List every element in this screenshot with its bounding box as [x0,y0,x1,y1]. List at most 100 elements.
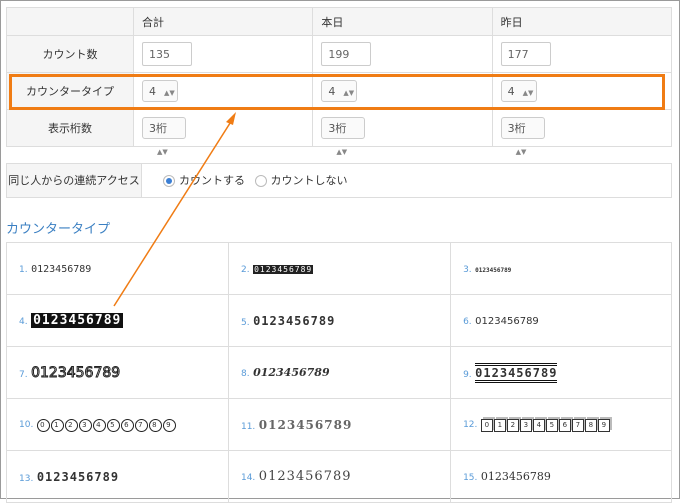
type-sample: 0123456789 [253,313,336,328]
counter-types-grid: 1. 0123456789 2. 0123456789 3. 012345678… [6,242,672,503]
digits-total-value: 3桁 [149,122,167,135]
count-radio-label: カウントする [179,174,245,187]
digit-cube: 4 [532,419,545,432]
digit-cube: 7 [571,419,584,432]
type-number: 11. [240,421,256,432]
type-cell-14: 14. 0123456789 [227,450,452,503]
column-header-today: 本日 [312,7,493,36]
type-sample: 0123456789 [480,470,551,483]
type-number: 7. [19,369,28,380]
types-row: 13. 0123456789 14. 0123456789 15. 012345… [6,450,672,503]
digit-circle: 2 [64,419,78,432]
no-count-radio-label: カウントしない [270,174,348,187]
type-cell-11: 11. 0123456789 [227,398,452,451]
type-sample: 0123456789 [258,469,352,484]
counter-types-title: カウンタータイプ [6,222,111,237]
count-today-input[interactable]: 199 [321,42,372,66]
type-sample: 0123456789 [36,469,120,484]
digit-cube: 2 [506,419,519,432]
count-yesterday-input[interactable]: 177 [500,42,551,66]
type-number: 1. [19,265,28,275]
repeat-access-options: カウントする カウントしない [163,164,354,197]
type-number: 15. [463,473,478,483]
counter-type-highlight-box [9,74,665,110]
repeat-access-label: 同じ人からの連続アクセス [7,164,142,197]
digit-circle: 9 [162,419,176,432]
digit-circle: 5 [106,419,120,432]
digits-today-value: 3桁 [328,122,347,135]
type-number: 2. [240,265,250,275]
type-cell-1: 1. 0123456789 [6,242,229,295]
digit-circle: 1 [50,419,64,432]
radio-unselected-icon[interactable] [254,175,267,187]
type-sample: 0123456789 [253,366,330,379]
digit-circle: 6 [120,419,134,432]
type-number: 4. [19,317,28,327]
digit-cube: 6 [558,419,571,432]
digits-yesterday-select[interactable]: 3桁 ▲▼ [500,117,545,156]
type-cell-13: 13. 0123456789 [6,450,229,503]
types-row: 10. 0123456789 11. 0123456789 12. 012345… [6,398,672,451]
digit-circle: 7 [134,419,148,432]
type-sample: 0123456789 [253,265,314,274]
select-arrows-icon: ▲▼ [336,148,348,156]
digit-cube: 9 [597,419,610,432]
type-sample: 0123456789 [475,316,539,327]
type-number: 5. [240,317,250,328]
type-sample: 0123456789 [31,264,92,275]
count-radio-option[interactable]: カウントする [163,174,245,187]
type-sample-circled-digits: 0123456789 [36,419,177,432]
count-row-label: カウント数 [6,35,134,73]
type-number: 9. [463,369,472,380]
type-number: 14. [240,473,256,483]
type-sample: 0123456789 [475,362,558,383]
radio-selected-icon[interactable] [163,175,175,187]
digits-yesterday-value: 3桁 [507,122,526,135]
digits-row-label: 表示桁数 [6,109,134,147]
type-cell-10: 10. 0123456789 [6,398,229,451]
type-cell-6: 6. 0123456789 [450,294,672,347]
type-cell-2: 2. 0123456789 [227,242,452,295]
repeat-access-row: 同じ人からの連続アクセス カウントする カウントしない [6,163,672,198]
type-sample: 0123456789 [31,313,124,328]
type-sample: 0123456789 [258,417,353,432]
type-number: 10. [19,420,34,430]
type-cell-9: 9. 0123456789 [450,346,672,399]
type-cell-5: 5. 0123456789 [227,294,452,347]
type-cell-8: 8. 0123456789 [227,346,452,399]
count-row: カウント数 135 199 177 [6,35,673,73]
types-row: 1. 0123456789 2. 0123456789 3. 012345678… [6,242,672,295]
count-total-input[interactable]: 135 [142,42,192,66]
column-header-total: 合計 [132,7,314,36]
digit-cube: 5 [545,419,558,432]
type-number: 12. [463,420,478,430]
digit-cube: 1 [493,419,506,432]
type-cell-3: 3. 0123456789 [450,242,672,295]
type-sample: 0123456789 [31,364,121,381]
digit-cube: 8 [584,419,597,432]
digit-cube: 3 [519,419,532,432]
type-number: 6. [463,317,472,327]
type-cell-4: 4. 0123456789 [6,294,229,347]
digits-today-select[interactable]: 3桁 ▲▼ [321,117,366,156]
digit-circle: 8 [148,419,162,432]
select-arrows-icon: ▲▼ [157,148,168,156]
types-row: 7. 0123456789 8. 0123456789 9. 012345678… [6,346,672,399]
type-number: 3. [463,265,472,275]
type-sample: 0123456789 [475,267,512,274]
type-cell-15: 15. 0123456789 [450,450,672,503]
digit-circle: 4 [92,419,106,432]
type-number: 8. [240,369,250,379]
digit-circle: 3 [78,419,92,432]
type-sample-cube-digits: 0123456789 [480,417,611,432]
no-count-radio-option[interactable]: カウントしない [254,174,348,187]
type-cell-12: 12. 0123456789 [450,398,672,451]
column-header-yesterday: 昨日 [491,7,673,36]
digit-circle: 0 [36,419,50,432]
digits-row: 表示桁数 3桁 ▲▼ 3桁 ▲▼ 3桁 ▲▼ [6,109,673,156]
digits-total-select[interactable]: 3桁 ▲▼ [142,117,186,156]
type-number: 13. [19,473,34,484]
digit-cube: 0 [480,419,493,432]
type-cell-7: 7. 0123456789 [6,346,229,399]
header-corner [6,7,134,36]
